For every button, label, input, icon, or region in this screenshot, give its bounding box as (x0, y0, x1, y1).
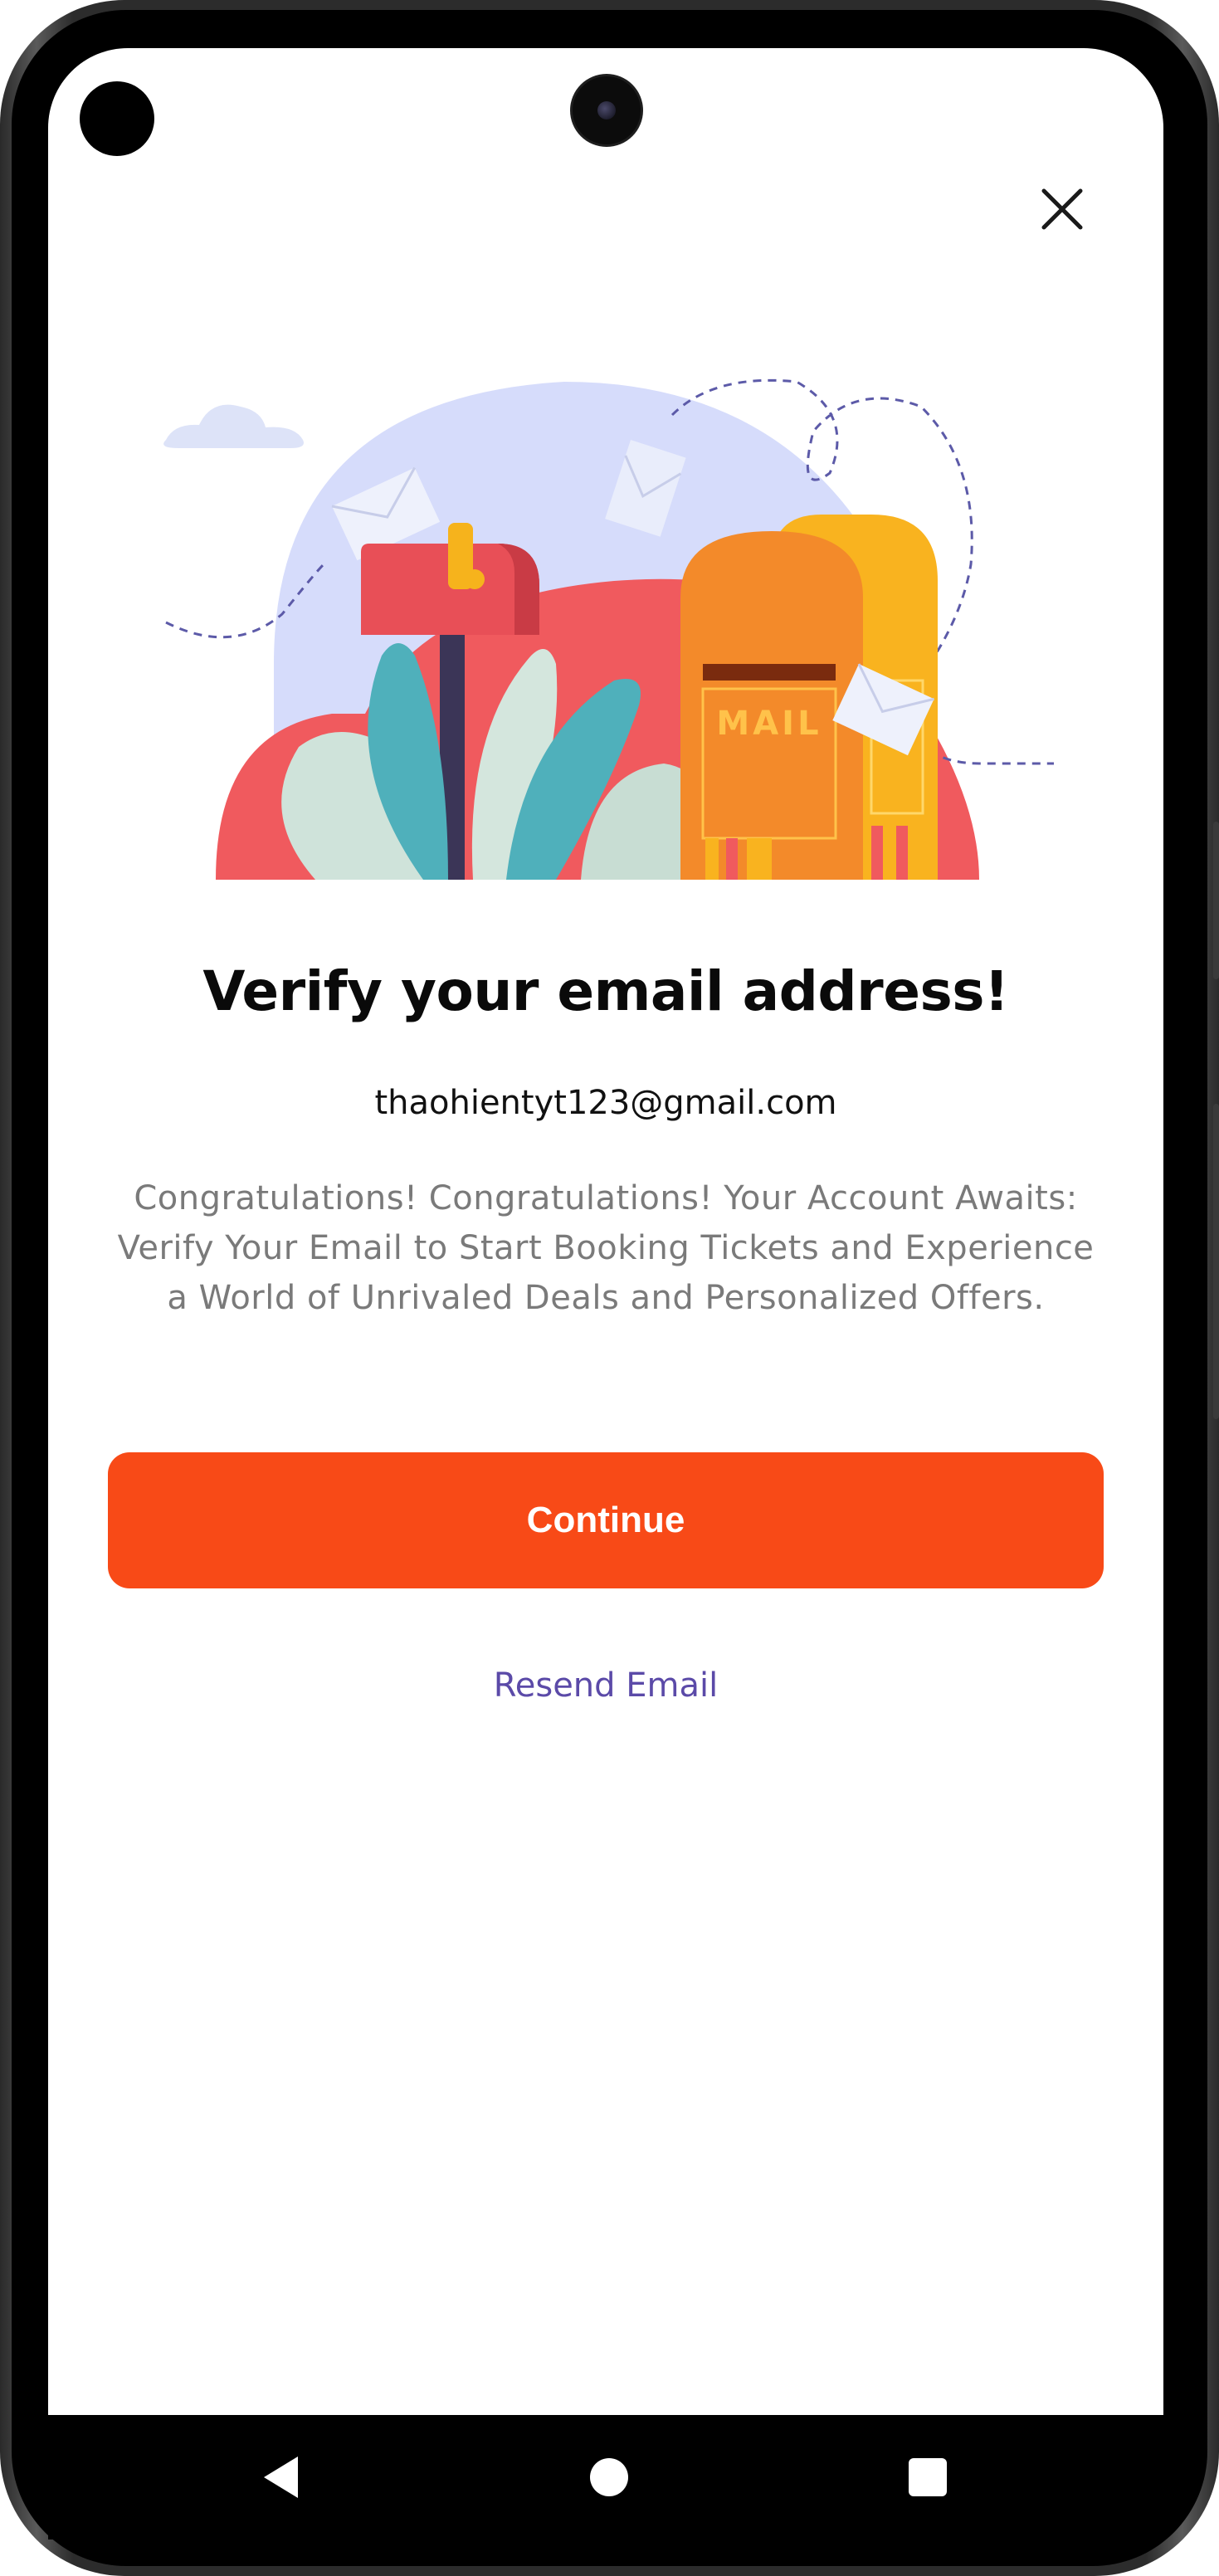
power-button (1213, 1104, 1219, 1419)
page-title: Verify your email address! (202, 959, 1009, 1023)
close-icon[interactable] (1037, 184, 1087, 234)
description-text: Congratulations! Congratulations! Your A… (117, 1179, 1095, 1317)
svg-text:MAIL: MAIL (716, 705, 822, 743)
email-address: thaohientyt123@gmail.com (374, 1084, 837, 1122)
home-circle-icon[interactable] (580, 2448, 638, 2506)
back-triangle-icon[interactable] (252, 2448, 310, 2506)
camera-cutout (80, 81, 154, 156)
recents-square-icon[interactable] (899, 2448, 957, 2506)
volume-button (1213, 822, 1219, 979)
resend-email-link[interactable]: Resend Email (48, 1666, 1163, 1705)
cloud-shape (163, 404, 304, 448)
mailbox-illustration: MAIL (163, 378, 1054, 880)
continue-button[interactable]: Continue (108, 1452, 1104, 1588)
orange-mailbox: MAIL (680, 531, 863, 880)
front-camera (573, 76, 641, 144)
